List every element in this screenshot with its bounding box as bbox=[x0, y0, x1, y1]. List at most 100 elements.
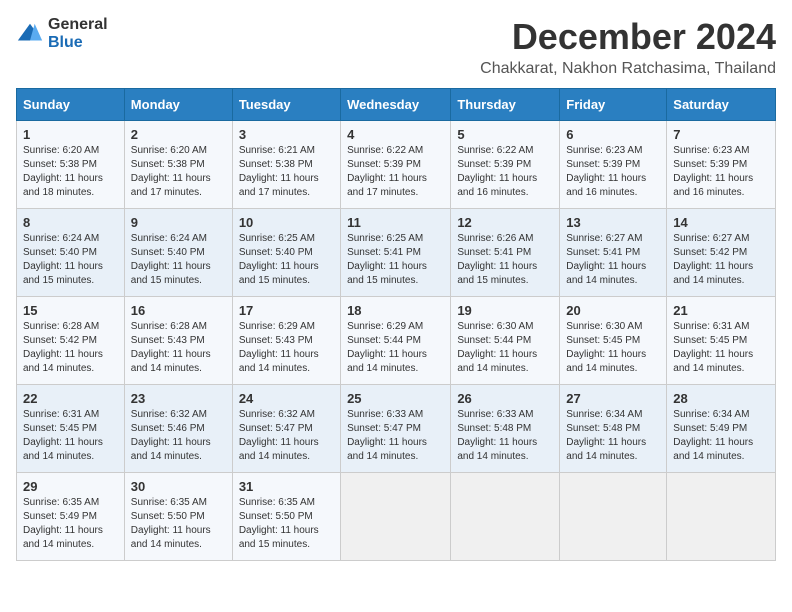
day-info: Sunrise: 6:24 AMSunset: 5:40 PMDaylight:… bbox=[23, 233, 103, 286]
day-info: Sunrise: 6:25 AMSunset: 5:41 PMDaylight:… bbox=[347, 233, 427, 286]
day-number: 4 bbox=[347, 127, 444, 142]
weekday-header-tuesday: Tuesday bbox=[232, 89, 340, 121]
day-number: 16 bbox=[131, 303, 226, 318]
calendar-day-cell: 22 Sunrise: 6:31 AMSunset: 5:45 PMDaylig… bbox=[17, 385, 125, 473]
day-info: Sunrise: 6:31 AMSunset: 5:45 PMDaylight:… bbox=[673, 321, 753, 374]
day-number: 20 bbox=[566, 303, 660, 318]
month-title: December 2024 bbox=[480, 16, 776, 58]
day-number: 10 bbox=[239, 215, 334, 230]
calendar-day-cell: 4 Sunrise: 6:22 AMSunset: 5:39 PMDayligh… bbox=[341, 121, 451, 209]
day-number: 21 bbox=[673, 303, 769, 318]
location-title: Chakkarat, Nakhon Ratchasima, Thailand bbox=[480, 60, 776, 78]
calendar-day-cell: 24 Sunrise: 6:32 AMSunset: 5:47 PMDaylig… bbox=[232, 385, 340, 473]
day-info: Sunrise: 6:30 AMSunset: 5:45 PMDaylight:… bbox=[566, 321, 646, 374]
day-info: Sunrise: 6:30 AMSunset: 5:44 PMDaylight:… bbox=[457, 321, 537, 374]
day-info: Sunrise: 6:22 AMSunset: 5:39 PMDaylight:… bbox=[347, 145, 427, 198]
calendar-week-row: 29 Sunrise: 6:35 AMSunset: 5:49 PMDaylig… bbox=[17, 473, 776, 561]
calendar-day-cell: 14 Sunrise: 6:27 AMSunset: 5:42 PMDaylig… bbox=[667, 209, 776, 297]
weekday-header-monday: Monday bbox=[124, 89, 232, 121]
day-number: 3 bbox=[239, 127, 334, 142]
day-info: Sunrise: 6:21 AMSunset: 5:38 PMDaylight:… bbox=[239, 145, 319, 198]
page-header: General Blue December 2024 Chakkarat, Na… bbox=[16, 16, 776, 78]
calendar-week-row: 1 Sunrise: 6:20 AMSunset: 5:38 PMDayligh… bbox=[17, 121, 776, 209]
day-info: Sunrise: 6:29 AMSunset: 5:43 PMDaylight:… bbox=[239, 321, 319, 374]
calendar-week-row: 8 Sunrise: 6:24 AMSunset: 5:40 PMDayligh… bbox=[17, 209, 776, 297]
day-number: 1 bbox=[23, 127, 118, 142]
calendar-day-cell bbox=[667, 473, 776, 561]
day-number: 24 bbox=[239, 391, 334, 406]
calendar-day-cell: 2 Sunrise: 6:20 AMSunset: 5:38 PMDayligh… bbox=[124, 121, 232, 209]
day-info: Sunrise: 6:20 AMSunset: 5:38 PMDaylight:… bbox=[131, 145, 211, 198]
day-info: Sunrise: 6:31 AMSunset: 5:45 PMDaylight:… bbox=[23, 409, 103, 462]
day-number: 19 bbox=[457, 303, 553, 318]
day-info: Sunrise: 6:34 AMSunset: 5:48 PMDaylight:… bbox=[566, 409, 646, 462]
day-info: Sunrise: 6:35 AMSunset: 5:50 PMDaylight:… bbox=[239, 497, 319, 550]
day-info: Sunrise: 6:28 AMSunset: 5:42 PMDaylight:… bbox=[23, 321, 103, 374]
calendar-day-cell: 7 Sunrise: 6:23 AMSunset: 5:39 PMDayligh… bbox=[667, 121, 776, 209]
calendar-week-row: 22 Sunrise: 6:31 AMSunset: 5:45 PMDaylig… bbox=[17, 385, 776, 473]
calendar-day-cell: 11 Sunrise: 6:25 AMSunset: 5:41 PMDaylig… bbox=[341, 209, 451, 297]
calendar-day-cell: 5 Sunrise: 6:22 AMSunset: 5:39 PMDayligh… bbox=[451, 121, 560, 209]
calendar-day-cell: 12 Sunrise: 6:26 AMSunset: 5:41 PMDaylig… bbox=[451, 209, 560, 297]
calendar-day-cell: 21 Sunrise: 6:31 AMSunset: 5:45 PMDaylig… bbox=[667, 297, 776, 385]
calendar-day-cell: 15 Sunrise: 6:28 AMSunset: 5:42 PMDaylig… bbox=[17, 297, 125, 385]
calendar-day-cell: 29 Sunrise: 6:35 AMSunset: 5:49 PMDaylig… bbox=[17, 473, 125, 561]
day-info: Sunrise: 6:25 AMSunset: 5:40 PMDaylight:… bbox=[239, 233, 319, 286]
day-number: 22 bbox=[23, 391, 118, 406]
day-number: 28 bbox=[673, 391, 769, 406]
calendar-day-cell: 10 Sunrise: 6:25 AMSunset: 5:40 PMDaylig… bbox=[232, 209, 340, 297]
day-number: 12 bbox=[457, 215, 553, 230]
calendar-day-cell: 9 Sunrise: 6:24 AMSunset: 5:40 PMDayligh… bbox=[124, 209, 232, 297]
weekday-header-saturday: Saturday bbox=[667, 89, 776, 121]
calendar-week-row: 15 Sunrise: 6:28 AMSunset: 5:42 PMDaylig… bbox=[17, 297, 776, 385]
day-info: Sunrise: 6:20 AMSunset: 5:38 PMDaylight:… bbox=[23, 145, 103, 198]
day-number: 13 bbox=[566, 215, 660, 230]
calendar-day-cell: 25 Sunrise: 6:33 AMSunset: 5:47 PMDaylig… bbox=[341, 385, 451, 473]
weekday-header-sunday: Sunday bbox=[17, 89, 125, 121]
calendar-day-cell: 18 Sunrise: 6:29 AMSunset: 5:44 PMDaylig… bbox=[341, 297, 451, 385]
day-number: 9 bbox=[131, 215, 226, 230]
calendar-day-cell: 3 Sunrise: 6:21 AMSunset: 5:38 PMDayligh… bbox=[232, 121, 340, 209]
calendar-day-cell: 1 Sunrise: 6:20 AMSunset: 5:38 PMDayligh… bbox=[17, 121, 125, 209]
day-info: Sunrise: 6:32 AMSunset: 5:47 PMDaylight:… bbox=[239, 409, 319, 462]
calendar-day-cell: 20 Sunrise: 6:30 AMSunset: 5:45 PMDaylig… bbox=[560, 297, 667, 385]
calendar-day-cell: 30 Sunrise: 6:35 AMSunset: 5:50 PMDaylig… bbox=[124, 473, 232, 561]
calendar-day-cell bbox=[560, 473, 667, 561]
day-info: Sunrise: 6:28 AMSunset: 5:43 PMDaylight:… bbox=[131, 321, 211, 374]
day-info: Sunrise: 6:27 AMSunset: 5:41 PMDaylight:… bbox=[566, 233, 646, 286]
day-info: Sunrise: 6:23 AMSunset: 5:39 PMDaylight:… bbox=[673, 145, 753, 198]
day-number: 7 bbox=[673, 127, 769, 142]
calendar-day-cell: 8 Sunrise: 6:24 AMSunset: 5:40 PMDayligh… bbox=[17, 209, 125, 297]
day-number: 2 bbox=[131, 127, 226, 142]
calendar-day-cell: 19 Sunrise: 6:30 AMSunset: 5:44 PMDaylig… bbox=[451, 297, 560, 385]
day-number: 17 bbox=[239, 303, 334, 318]
day-info: Sunrise: 6:23 AMSunset: 5:39 PMDaylight:… bbox=[566, 145, 646, 198]
calendar-header-row: SundayMondayTuesdayWednesdayThursdayFrid… bbox=[17, 89, 776, 121]
day-number: 15 bbox=[23, 303, 118, 318]
calendar-table: SundayMondayTuesdayWednesdayThursdayFrid… bbox=[16, 88, 776, 561]
day-info: Sunrise: 6:26 AMSunset: 5:41 PMDaylight:… bbox=[457, 233, 537, 286]
day-number: 6 bbox=[566, 127, 660, 142]
calendar-day-cell: 27 Sunrise: 6:34 AMSunset: 5:48 PMDaylig… bbox=[560, 385, 667, 473]
day-number: 5 bbox=[457, 127, 553, 142]
day-info: Sunrise: 6:35 AMSunset: 5:49 PMDaylight:… bbox=[23, 497, 103, 550]
title-section: December 2024 Chakkarat, Nakhon Ratchasi… bbox=[480, 16, 776, 78]
calendar-day-cell: 16 Sunrise: 6:28 AMSunset: 5:43 PMDaylig… bbox=[124, 297, 232, 385]
logo-blue: Blue bbox=[48, 34, 83, 51]
day-number: 14 bbox=[673, 215, 769, 230]
calendar-day-cell: 28 Sunrise: 6:34 AMSunset: 5:49 PMDaylig… bbox=[667, 385, 776, 473]
day-number: 31 bbox=[239, 479, 334, 494]
logo: General Blue bbox=[16, 16, 108, 51]
day-info: Sunrise: 6:22 AMSunset: 5:39 PMDaylight:… bbox=[457, 145, 537, 198]
calendar-day-cell: 17 Sunrise: 6:29 AMSunset: 5:43 PMDaylig… bbox=[232, 297, 340, 385]
calendar-day-cell bbox=[341, 473, 451, 561]
day-info: Sunrise: 6:24 AMSunset: 5:40 PMDaylight:… bbox=[131, 233, 211, 286]
day-info: Sunrise: 6:33 AMSunset: 5:48 PMDaylight:… bbox=[457, 409, 537, 462]
calendar-day-cell: 31 Sunrise: 6:35 AMSunset: 5:50 PMDaylig… bbox=[232, 473, 340, 561]
day-number: 26 bbox=[457, 391, 553, 406]
day-info: Sunrise: 6:33 AMSunset: 5:47 PMDaylight:… bbox=[347, 409, 427, 462]
day-info: Sunrise: 6:34 AMSunset: 5:49 PMDaylight:… bbox=[673, 409, 753, 462]
calendar-day-cell: 6 Sunrise: 6:23 AMSunset: 5:39 PMDayligh… bbox=[560, 121, 667, 209]
day-info: Sunrise: 6:35 AMSunset: 5:50 PMDaylight:… bbox=[131, 497, 211, 550]
logo-icon bbox=[16, 20, 44, 48]
